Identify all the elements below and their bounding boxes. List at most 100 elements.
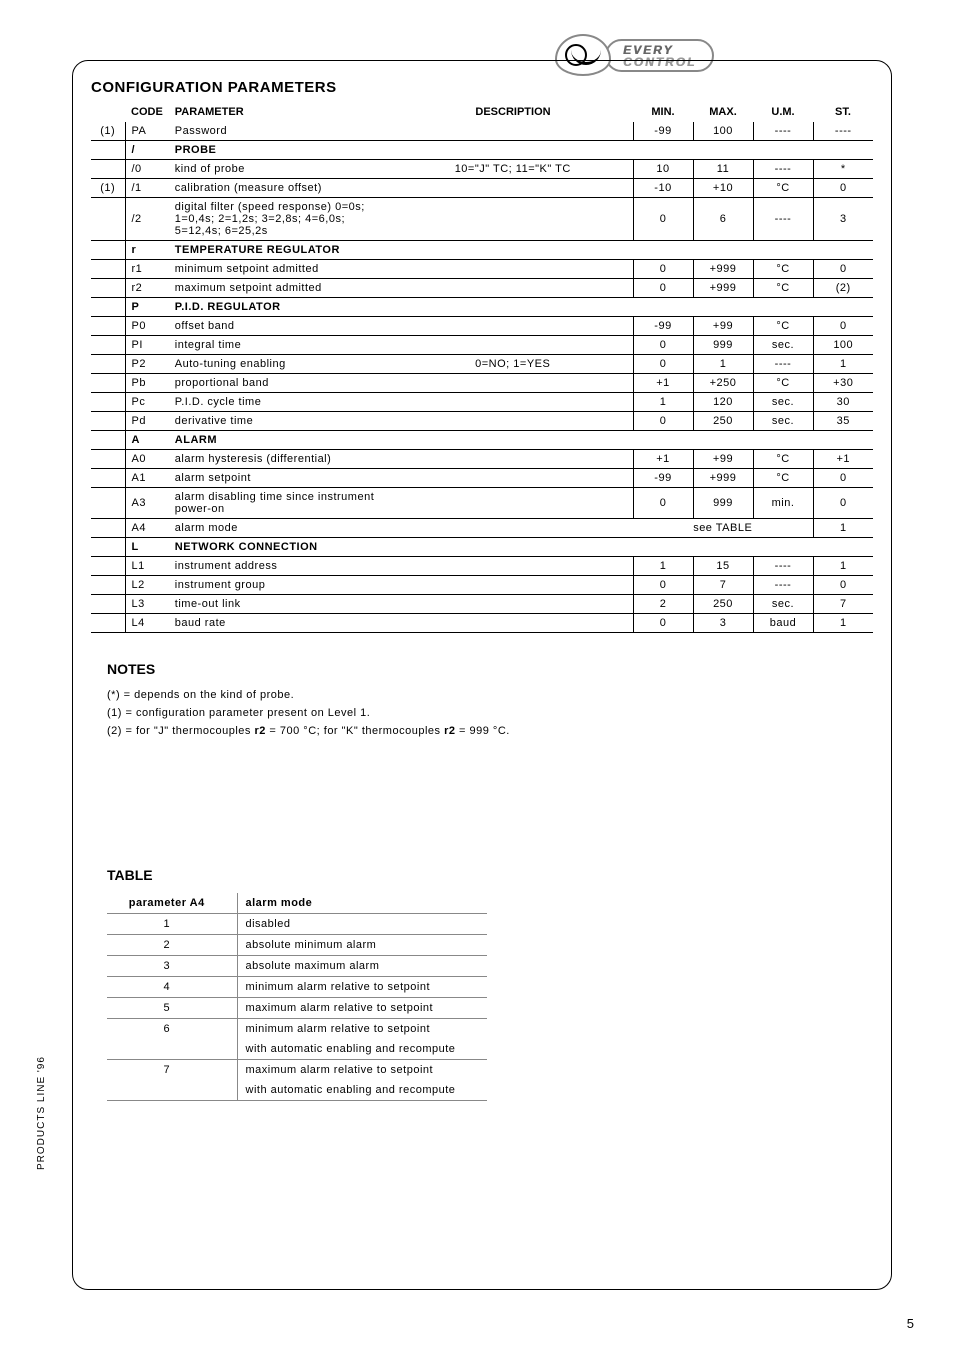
cell-desc — [393, 469, 633, 488]
col-min: MIN. — [633, 102, 693, 122]
cell-flag — [91, 198, 125, 241]
table-row: 5maximum alarm relative to setpoint — [107, 998, 487, 1019]
cell-mode-desc: maximum alarm relative to setpoint — [237, 998, 487, 1019]
mode-col-desc: alarm mode — [237, 893, 487, 914]
cell-param: time-out link — [169, 595, 393, 614]
table-row: /2digital filter (speed response) 0=0s; … — [91, 198, 873, 241]
cell-mode-value: 4 — [107, 977, 237, 998]
cell-desc — [393, 595, 633, 614]
cell-flag — [91, 317, 125, 336]
cell-st: +1 — [813, 450, 873, 469]
cell-max: +250 — [693, 374, 753, 393]
cell-mode-desc: maximum alarm relative to setpoint — [237, 1060, 487, 1081]
cell-code: L — [125, 538, 169, 557]
cell-code: Pd — [125, 412, 169, 431]
mode-col-param: parameter A4 — [107, 893, 237, 914]
table-row: r1minimum setpoint admitted0+999°C0 — [91, 260, 873, 279]
table-row: (1)/1calibration (measure offset)-10+10°… — [91, 179, 873, 198]
cell-um: sec. — [753, 595, 813, 614]
table-row: /0kind of probe10="J" TC; 11="K" TC1011-… — [91, 160, 873, 179]
cell-max: 1 — [693, 355, 753, 374]
cell-flag — [91, 469, 125, 488]
logo-line-1: EVERY — [623, 44, 696, 56]
cell-st: 7 — [813, 595, 873, 614]
cell-desc — [393, 557, 633, 576]
cell-section-name: TEMPERATURE REGULATOR — [169, 241, 873, 260]
cell-param: derivative time — [169, 412, 393, 431]
table-row: 6minimum alarm relative to setpoint — [107, 1019, 487, 1040]
cell-desc — [393, 336, 633, 355]
parameters-table: CODE PARAMETER DESCRIPTION MIN. MAX. U.M… — [91, 102, 873, 633]
cell-um: °C — [753, 450, 813, 469]
col-parameter: PARAMETER — [169, 102, 393, 122]
cell-desc — [393, 122, 633, 141]
cell-max: 3 — [693, 614, 753, 633]
cell-code: /1 — [125, 179, 169, 198]
cell-mode-value: 7 — [107, 1060, 237, 1081]
table-row: 4minimum alarm relative to setpoint — [107, 977, 487, 998]
cell-mode-desc: absolute minimum alarm — [237, 935, 487, 956]
cell-desc — [393, 614, 633, 633]
cell-um: min. — [753, 488, 813, 519]
table-row: P2Auto-tuning enabling0=NO; 1=YES01----1 — [91, 355, 873, 374]
cell-st: 0 — [813, 317, 873, 336]
col-max: MAX. — [693, 102, 753, 122]
table-row: L2instrument group07----0 — [91, 576, 873, 595]
cell-desc — [393, 260, 633, 279]
cell-flag — [91, 298, 125, 317]
cell-max: 15 — [693, 557, 753, 576]
section-title: CONFIGURATION PARAMETERS — [91, 79, 873, 96]
table-row: A4alarm modesee TABLE1 — [91, 519, 873, 538]
cell-code: L2 — [125, 576, 169, 595]
col-blank — [91, 102, 125, 122]
cell-min: 0 — [633, 279, 693, 298]
cell-max: +999 — [693, 260, 753, 279]
table-row: P0offset band-99+99°C0 — [91, 317, 873, 336]
cell-st: 3 — [813, 198, 873, 241]
table-header-row: CODE PARAMETER DESCRIPTION MIN. MAX. U.M… — [91, 102, 873, 122]
cell-code: A4 — [125, 519, 169, 538]
cell-code: / — [125, 141, 169, 160]
cell-flag — [91, 279, 125, 298]
cell-code: L3 — [125, 595, 169, 614]
cell-um: °C — [753, 469, 813, 488]
cell-desc: 10="J" TC; 11="K" TC — [393, 160, 633, 179]
cell-mode-value: 1 — [107, 914, 237, 935]
table-row: 3absolute maximum alarm — [107, 956, 487, 977]
cell-flag: (1) — [91, 179, 125, 198]
cell-min: 2 — [633, 595, 693, 614]
notes-section: NOTES (*) = depends on the kind of probe… — [107, 661, 873, 737]
cell-code: PI — [125, 336, 169, 355]
cell-st: 1 — [813, 519, 873, 538]
cell-um: sec. — [753, 393, 813, 412]
cell-desc — [393, 412, 633, 431]
cell-um: °C — [753, 279, 813, 298]
cell-desc — [393, 179, 633, 198]
table-row: Pbproportional band+1+250°C+30 — [91, 374, 873, 393]
cell-code: /0 — [125, 160, 169, 179]
cell-param: alarm hysteresis (differential) — [169, 450, 393, 469]
table-row: 2absolute minimum alarm — [107, 935, 487, 956]
cell-flag — [91, 595, 125, 614]
cell-min: 1 — [633, 393, 693, 412]
cell-um: ---- — [753, 355, 813, 374]
cell-code: P2 — [125, 355, 169, 374]
cell-section-name: NETWORK CONNECTION — [169, 538, 873, 557]
cell-max: 100 — [693, 122, 753, 141]
alarm-mode-table: parameter A4 alarm mode 1disabled2absolu… — [107, 893, 487, 1101]
cell-flag — [91, 412, 125, 431]
table-row: rTEMPERATURE REGULATOR — [91, 241, 873, 260]
cell-desc — [393, 393, 633, 412]
cell-flag — [91, 431, 125, 450]
cell-min: 1 — [633, 557, 693, 576]
cell-desc — [393, 488, 633, 519]
table-row: AALARM — [91, 431, 873, 450]
cell-desc — [393, 317, 633, 336]
cell-st: ---- — [813, 122, 873, 141]
cell-min: 0 — [633, 260, 693, 279]
cell-st: 0 — [813, 179, 873, 198]
table-row: PcP.I.D. cycle time1120sec.30 — [91, 393, 873, 412]
cell-mode-value: 5 — [107, 998, 237, 1019]
cell-um: baud — [753, 614, 813, 633]
table-title: TABLE — [107, 867, 873, 883]
